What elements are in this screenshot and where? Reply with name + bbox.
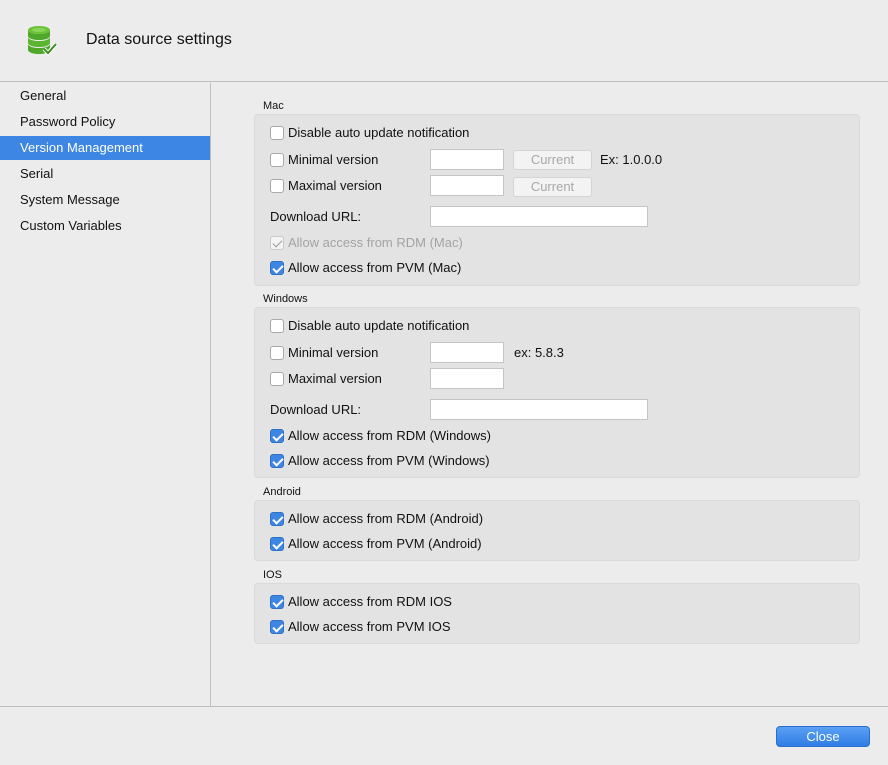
sidebar-item-serial[interactable]: Serial <box>0 162 210 186</box>
mac-maximal-current-button[interactable]: Current <box>513 177 592 197</box>
checkbox-label: Minimal version <box>288 152 379 167</box>
windows-maximal-version-checkbox[interactable]: Maximal version <box>270 369 420 389</box>
checkbox-label: Allow access from PVM (Android) <box>288 536 482 551</box>
mac-maximal-version-checkbox[interactable]: Maximal version <box>270 176 420 196</box>
mac-allow-pvm-checkbox[interactable]: Allow access from PVM (Mac) <box>270 258 570 278</box>
ios-section: Allow access from RDM IOS Allow access f… <box>254 583 860 644</box>
checkbox-box[interactable] <box>270 346 284 360</box>
mac-section-label: Mac <box>263 100 284 112</box>
mac-minimal-version-input[interactable] <box>430 149 504 170</box>
checkbox-box <box>270 236 284 250</box>
checkbox-label: Allow access from PVM (Mac) <box>288 260 462 275</box>
android-section-label: Android <box>263 486 301 498</box>
checkbox-label: Disable auto update notification <box>288 125 470 140</box>
checkbox-label: Allow access from RDM (Mac) <box>288 235 463 250</box>
windows-minimal-version-input[interactable] <box>430 342 504 363</box>
checkbox-box[interactable] <box>270 429 284 443</box>
dialog-title: Data source settings <box>86 31 232 48</box>
checkbox-box[interactable] <box>270 512 284 526</box>
checkbox-label: Allow access from RDM IOS <box>288 594 452 609</box>
windows-section-label: Windows <box>263 293 308 305</box>
windows-version-hint: ex: 5.8.3 <box>514 345 564 360</box>
dialog-header: Data source settings <box>0 0 888 82</box>
checkbox-label: Allow access from PVM IOS <box>288 619 451 634</box>
android-allow-pvm-checkbox[interactable]: Allow access from PVM (Android) <box>270 534 570 554</box>
windows-allow-rdm-checkbox[interactable]: Allow access from RDM (Windows) <box>270 426 570 446</box>
android-section: Allow access from RDM (Android) Allow ac… <box>254 500 860 561</box>
mac-section: Disable auto update notification Minimal… <box>254 114 860 286</box>
windows-allow-pvm-checkbox[interactable]: Allow access from PVM (Windows) <box>270 451 570 471</box>
mac-maximal-version-input[interactable] <box>430 175 504 196</box>
checkbox-box[interactable] <box>270 595 284 609</box>
windows-download-url-label: Download URL: <box>270 402 362 417</box>
mac-disable-auto-update-checkbox[interactable]: Disable auto update notification <box>270 123 570 143</box>
windows-disable-auto-update-checkbox[interactable]: Disable auto update notification <box>270 316 570 336</box>
mac-download-url-label: Download URL: <box>270 209 362 224</box>
sidebar-item-general[interactable]: General <box>0 84 210 108</box>
checkbox-box[interactable] <box>270 372 284 386</box>
close-button[interactable]: Close <box>776 726 870 747</box>
checkbox-label: Allow access from RDM (Windows) <box>288 428 491 443</box>
checkbox-label: Maximal version <box>288 371 382 386</box>
mac-version-hint: Ex: 1.0.0.0 <box>600 152 663 167</box>
windows-minimal-version-checkbox[interactable]: Minimal version <box>270 343 420 363</box>
mac-download-url-input[interactable] <box>430 206 648 227</box>
checkbox-box[interactable] <box>270 153 284 167</box>
sidebar-item-custom-variables[interactable]: Custom Variables <box>0 214 210 238</box>
ios-section-label: IOS <box>263 569 282 581</box>
checkbox-box[interactable] <box>270 261 284 275</box>
windows-section: Disable auto update notification Minimal… <box>254 307 860 478</box>
checkbox-label: Allow access from RDM (Android) <box>288 511 484 526</box>
checkbox-label: Maximal version <box>288 178 382 193</box>
checkbox-box[interactable] <box>270 454 284 468</box>
checkbox-label: Minimal version <box>288 345 379 360</box>
dialog-footer: Close <box>0 706 888 765</box>
windows-maximal-version-input[interactable] <box>430 368 504 389</box>
checkbox-box[interactable] <box>270 179 284 193</box>
ios-allow-rdm-checkbox[interactable]: Allow access from RDM IOS <box>270 592 570 612</box>
sidebar: General Password Policy Version Manageme… <box>0 83 211 706</box>
database-check-icon <box>28 26 58 56</box>
sidebar-item-password-policy[interactable]: Password Policy <box>0 110 210 134</box>
sidebar-item-system-message[interactable]: System Message <box>0 188 210 212</box>
ios-allow-pvm-checkbox[interactable]: Allow access from PVM IOS <box>270 617 570 637</box>
version-management-panel: Mac Disable auto update notification Min… <box>212 83 888 706</box>
sidebar-item-version-management[interactable]: Version Management <box>0 136 210 160</box>
windows-download-url-input[interactable] <box>430 399 648 420</box>
android-allow-rdm-checkbox[interactable]: Allow access from RDM (Android) <box>270 509 570 529</box>
checkbox-box[interactable] <box>270 126 284 140</box>
mac-minimal-current-button[interactable]: Current <box>513 150 592 170</box>
checkbox-label: Allow access from PVM (Windows) <box>288 453 490 468</box>
checkbox-box[interactable] <box>270 319 284 333</box>
checkbox-label: Disable auto update notification <box>288 318 470 333</box>
checkbox-box[interactable] <box>270 537 284 551</box>
mac-allow-rdm-checkbox: Allow access from RDM (Mac) <box>270 233 570 253</box>
checkbox-box[interactable] <box>270 620 284 634</box>
mac-minimal-version-checkbox[interactable]: Minimal version <box>270 150 420 170</box>
